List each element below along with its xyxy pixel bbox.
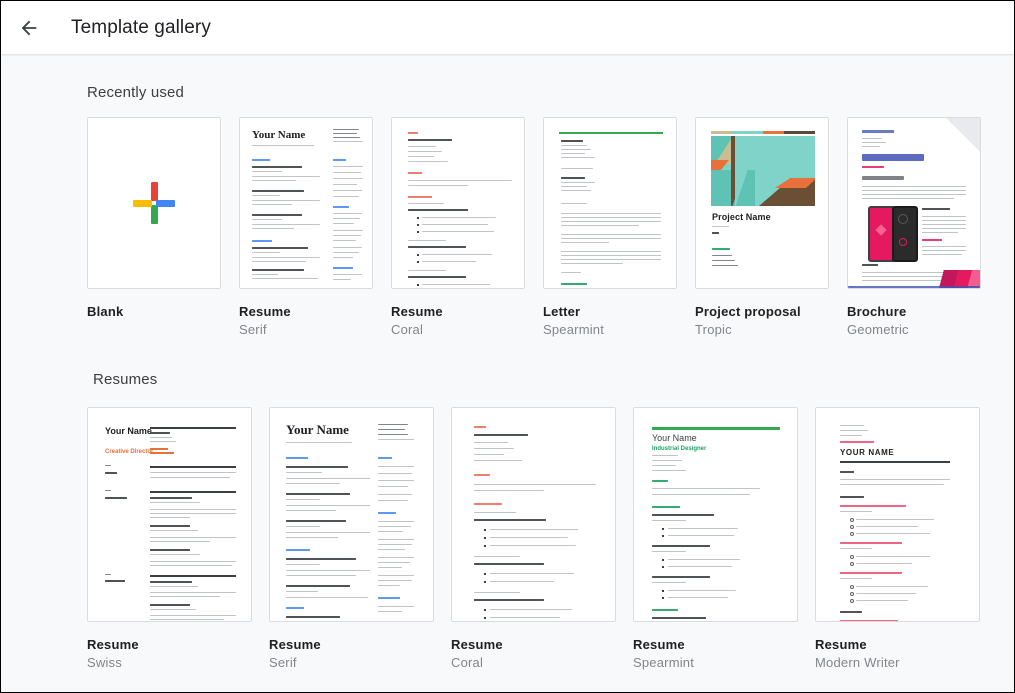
gallery-content: Recently used Blank Your Name Resume Ser… [1, 54, 1014, 692]
back-button[interactable] [9, 8, 49, 48]
template-card-resume-modern-writer[interactable]: YOUR NAME Resume Modern Writer [815, 407, 980, 672]
template-subtitle: Serif [269, 655, 297, 670]
thumb-name-text: YOUR NAME [840, 448, 895, 457]
template-caption: Brochure Geometric [847, 289, 981, 339]
template-caption: Resume Modern Writer [815, 622, 980, 672]
template-caption: Project proposal Tropic [695, 289, 829, 339]
template-subtitle: Coral [451, 655, 484, 670]
template-card-resume-swiss[interactable]: Your Name Creative Director Resume Swiss [87, 407, 252, 672]
template-caption: Resume Serif [239, 289, 373, 339]
template-title: Blank [87, 304, 124, 319]
template-subtitle: Geometric [847, 322, 909, 337]
template-caption: Resume Coral [451, 622, 616, 672]
template-subtitle: Coral [391, 322, 424, 337]
thumb-name-text: Your Name [286, 422, 349, 437]
resumes-row: Your Name Creative Director Resume Swiss… [87, 407, 980, 672]
template-card-resume-coral-large[interactable]: Resume Coral [451, 407, 616, 672]
template-caption: Resume Spearmint [633, 622, 798, 672]
template-title: Resume [451, 637, 503, 652]
template-caption: Resume Coral [391, 289, 525, 339]
template-subtitle: Spearmint [543, 322, 605, 337]
template-title: Resume [269, 637, 321, 652]
recently-used-row: Blank Your Name Resume Serif Resume Cora… [87, 117, 981, 339]
template-card-resume-spearmint[interactable]: Your Name Industrial Designer Resume Spe… [633, 407, 798, 672]
template-thumbnail-resume-serif-large[interactable]: Your Name [269, 407, 434, 622]
template-card-resume-coral[interactable]: Resume Coral [391, 117, 525, 339]
plus-icon [130, 179, 178, 227]
template-card-project-proposal-tropic[interactable]: Project Name Project proposal Tropic [695, 117, 829, 339]
template-thumbnail-resume-coral-large[interactable] [451, 407, 616, 622]
template-card-letter-spearmint[interactable]: Letter Spearmint [543, 117, 677, 339]
template-thumbnail-resume-modern-writer[interactable]: YOUR NAME [815, 407, 980, 622]
template-caption: Blank [87, 289, 221, 320]
thumb-name-text: Your Name [652, 433, 697, 443]
page-fold-decoration [946, 118, 980, 152]
template-caption: Resume Serif [269, 622, 434, 672]
template-subtitle: Swiss [87, 655, 122, 670]
template-thumbnail-brochure-geometric[interactable] [847, 117, 981, 289]
template-gallery-page: Template gallery Recently used Blank You… [0, 0, 1015, 693]
template-thumbnail-resume-coral[interactable] [391, 117, 525, 289]
thumb-role-text: Creative Director [105, 449, 154, 455]
template-thumbnail-resume-spearmint[interactable]: Your Name Industrial Designer [633, 407, 798, 622]
template-subtitle: Tropic [695, 322, 732, 337]
template-card-resume-serif[interactable]: Your Name Resume Serif [239, 117, 373, 339]
template-subtitle: Serif [239, 322, 267, 337]
template-card-brochure-geometric[interactable]: Brochure Geometric [847, 117, 981, 339]
template-thumbnail-resume-swiss[interactable]: Your Name Creative Director [87, 407, 252, 622]
template-title: Resume [815, 637, 867, 652]
section-title-resumes: Resumes [93, 371, 158, 388]
template-card-resume-serif-large[interactable]: Your Name Resume Serif [269, 407, 434, 672]
template-title: Letter [543, 304, 581, 319]
thumb-role-text: Industrial Designer [652, 446, 707, 452]
page-title: Template gallery [71, 16, 211, 38]
app-header: Template gallery [1, 1, 1014, 54]
template-title: Resume [633, 637, 685, 652]
template-title: Resume [87, 637, 139, 652]
template-title: Resume [239, 304, 291, 319]
template-card-blank[interactable]: Blank [87, 117, 221, 339]
template-subtitle: Modern Writer [815, 655, 900, 670]
template-caption: Resume Swiss [87, 622, 252, 672]
template-subtitle: Spearmint [633, 655, 695, 670]
template-thumbnail-project-proposal-tropic[interactable]: Project Name [695, 117, 829, 289]
arrow-left-icon [21, 20, 37, 35]
template-title: Project proposal [695, 304, 801, 319]
template-thumbnail-resume-serif[interactable]: Your Name [239, 117, 373, 289]
template-title: Resume [391, 304, 443, 319]
thumb-name-text: Your Name [105, 426, 152, 436]
template-thumbnail-letter-spearmint[interactable] [543, 117, 677, 289]
template-title: Brochure [847, 304, 907, 319]
template-thumbnail-blank[interactable] [87, 117, 221, 289]
thumb-name-text: Your Name [252, 129, 306, 141]
thumb-project-name-text: Project Name [712, 212, 771, 222]
template-caption: Letter Spearmint [543, 289, 677, 339]
section-title-recently-used: Recently used [87, 84, 185, 101]
